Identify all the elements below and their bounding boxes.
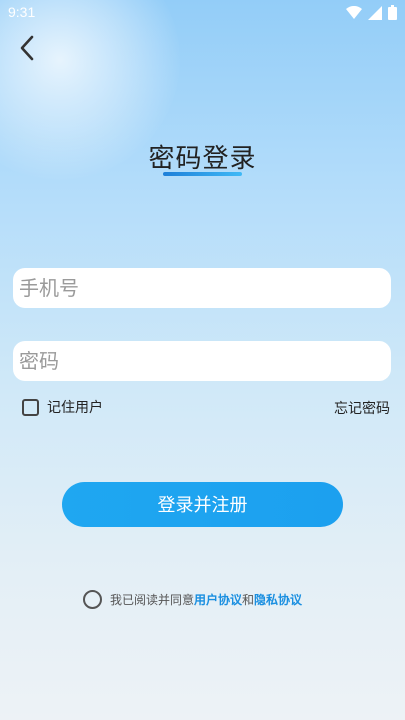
wifi-icon — [346, 5, 362, 24]
status-icons — [346, 5, 397, 24]
title-section: 密码登录 — [0, 138, 405, 176]
back-button[interactable] — [12, 32, 44, 64]
phone-input[interactable] — [13, 268, 391, 308]
signal-icon — [368, 5, 382, 24]
password-input[interactable] — [13, 341, 391, 381]
title-underline — [163, 172, 242, 176]
forgot-password-link[interactable]: 忘记密码 — [334, 398, 390, 418]
status-bar: 9:31 — [0, 0, 405, 26]
agreement-row: 我已阅读并同意用户协议和隐私协议 — [83, 590, 302, 609]
battery-icon — [388, 5, 397, 24]
agreement-connector: 和 — [242, 593, 255, 607]
agreement-text: 我已阅读并同意用户协议和隐私协议 — [110, 591, 302, 608]
remember-user-toggle[interactable]: 记住用户 — [22, 397, 103, 417]
login-register-button[interactable]: 登录并注册 — [62, 482, 343, 527]
page-title: 密码登录 — [148, 144, 257, 174]
agreement-prefix: 我已阅读并同意 — [110, 593, 195, 607]
agreement-radio[interactable] — [83, 590, 102, 609]
user-agreement-link[interactable]: 用户协议 — [194, 593, 242, 607]
status-time: 9:31 — [8, 4, 36, 20]
privacy-policy-link[interactable]: 隐私协议 — [254, 593, 302, 607]
chevron-left-icon — [12, 35, 44, 68]
remember-user-label: 记住用户 — [47, 400, 103, 416]
login-screen: 9:31 密码登录 手机号 记住用户 忘记密码 登录并注册 我已阅读并同意用户协… — [0, 0, 405, 720]
remember-checkbox[interactable] — [22, 398, 39, 416]
